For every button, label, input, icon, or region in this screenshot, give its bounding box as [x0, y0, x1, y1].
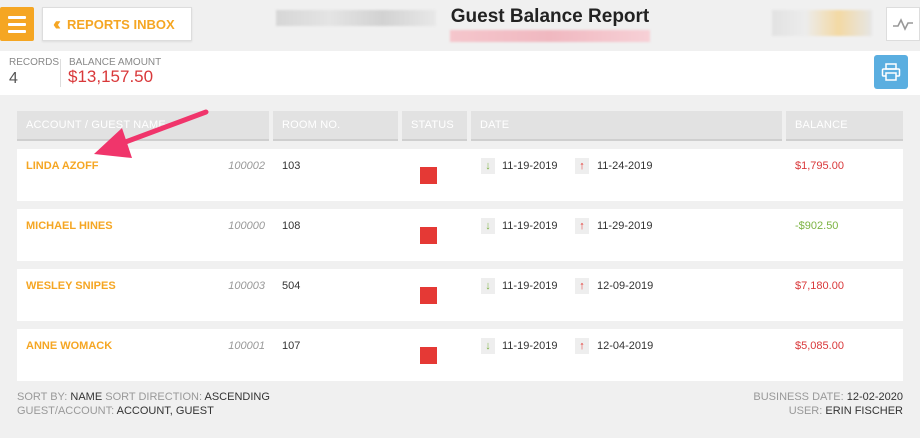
room-number: 103 [282, 160, 301, 172]
user-value: ERIN FISCHER [825, 405, 903, 417]
sort-direction-value: ASCENDING [204, 391, 270, 403]
sort-by-value: NAME [70, 391, 103, 403]
summary-bar: RECORDS 4 BALANCE AMOUNT $13,157.50 [0, 51, 920, 95]
departure-date: 12-09-2019 [597, 280, 654, 292]
footer-sort-info: SORT BY: NAME SORT DIRECTION: ASCENDING [17, 391, 270, 403]
row-balance: $5,085.00 [795, 340, 844, 352]
arrival-date: 11-19-2019 [502, 340, 558, 352]
footer-guest-account-info: GUEST/ACCOUNT: ACCOUNT, GUEST [17, 405, 214, 417]
menu-icon [8, 15, 26, 19]
room-number: 504 [282, 280, 301, 292]
account-number: 100002 [228, 160, 265, 172]
redacted-user-area [772, 10, 872, 36]
row-balance: $1,795.00 [795, 160, 844, 172]
room-number: 108 [282, 220, 301, 232]
column-header-balance[interactable]: BALANCE [786, 111, 903, 141]
table-row[interactable]: LINDA AZOFF 100002 103 ↓ 11-19-2019 ↑ 11… [17, 149, 903, 201]
column-header-guest[interactable]: ACCOUNT / GUEST NAME [17, 111, 269, 141]
account-number: 100001 [228, 340, 265, 352]
arrival-date: 11-19-2019 [502, 280, 558, 292]
records-count: 4 [9, 70, 18, 87]
column-header-date[interactable]: DATE [471, 111, 782, 141]
arrow-down-icon: ↓ [481, 338, 495, 354]
guest-name-link[interactable]: LINDA AZOFF [26, 160, 99, 172]
arrow-down-icon: ↓ [481, 218, 495, 234]
row-balance: $7,180.00 [795, 280, 844, 292]
arrow-up-icon: ↑ [575, 338, 589, 354]
double-chevron-left-icon: ‹‹ [53, 14, 61, 34]
status-indicator [420, 347, 437, 364]
footer-business-date: BUSINESS DATE: 12-02-2020 [753, 391, 903, 403]
arrow-down-icon: ↓ [481, 158, 495, 174]
table-row[interactable]: ANNE WOMACK 100001 107 ↓ 11-19-2019 ↑ 12… [17, 329, 903, 381]
room-number: 107 [282, 340, 301, 352]
column-header-status[interactable]: STATUS [402, 111, 467, 141]
arrow-up-icon: ↑ [575, 218, 589, 234]
redacted-subtitle [450, 30, 650, 42]
balance-amount-value: $13,157.50 [68, 67, 154, 86]
chart-button[interactable] [886, 7, 920, 41]
guest-account-label: GUEST/ACCOUNT: [17, 405, 115, 417]
reports-inbox-button[interactable]: ‹‹ REPORTS INBOX [42, 7, 192, 41]
divider [60, 59, 61, 87]
departure-date: 11-24-2019 [597, 160, 653, 172]
arrival-date: 11-19-2019 [502, 160, 558, 172]
status-indicator [420, 287, 437, 304]
column-header-room[interactable]: ROOM NO. [273, 111, 398, 141]
guest-account-value: ACCOUNT, GUEST [116, 405, 214, 417]
line-chart-icon [893, 18, 913, 31]
print-icon [881, 63, 901, 81]
guest-name-link[interactable]: WESLEY SNIPES [26, 280, 116, 292]
redacted-property-name [276, 10, 436, 26]
status-indicator [420, 227, 437, 244]
row-balance: -$902.50 [795, 220, 839, 232]
print-button[interactable] [874, 55, 908, 89]
menu-button[interactable] [0, 7, 34, 41]
guest-name-link[interactable]: ANNE WOMACK [26, 340, 112, 352]
account-number: 100000 [228, 220, 265, 232]
footer-user: USER: ERIN FISCHER [789, 405, 903, 417]
departure-date: 12-04-2019 [597, 340, 654, 352]
sort-direction-label: SORT DIRECTION: [105, 391, 203, 403]
status-indicator [420, 167, 437, 184]
business-date-label: BUSINESS DATE: [753, 391, 844, 403]
reports-inbox-label: REPORTS INBOX [67, 16, 175, 32]
page-title: Guest Balance Report [450, 6, 650, 27]
arrow-down-icon: ↓ [481, 278, 495, 294]
arrow-up-icon: ↑ [575, 158, 589, 174]
table-row[interactable]: WESLEY SNIPES 100003 504 ↓ 11-19-2019 ↑ … [17, 269, 903, 321]
records-label: RECORDS [9, 57, 60, 68]
top-bar: ‹‹ REPORTS INBOX Guest Balance Report [0, 0, 920, 50]
user-label: USER: [788, 405, 823, 417]
arrow-up-icon: ↑ [575, 278, 589, 294]
arrival-date: 11-19-2019 [502, 220, 558, 232]
sort-by-label: SORT BY: [17, 391, 68, 403]
guest-name-link[interactable]: MICHAEL HINES [26, 220, 113, 232]
departure-date: 11-29-2019 [597, 220, 653, 232]
table-row[interactable]: MICHAEL HINES 100000 108 ↓ 11-19-2019 ↑ … [17, 209, 903, 261]
business-date-value: 12-02-2020 [846, 391, 903, 403]
account-number: 100003 [228, 280, 265, 292]
